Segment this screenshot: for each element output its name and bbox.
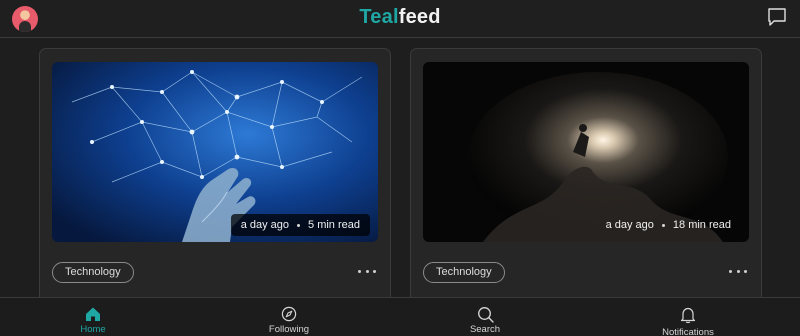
brand-part-teal: Teal [359,6,399,28]
more-options-icon[interactable] [358,264,376,278]
article-card[interactable]: a day ago 5 min read Technology [39,48,391,336]
article-meta: a day ago 18 min read [596,214,741,236]
cave-light-image[interactable]: a day ago 18 min read [423,62,749,242]
search-icon [478,307,494,323]
category-tag[interactable]: Technology [52,262,134,283]
bottom-navigation: Home Following Search Notifications [0,297,800,336]
nav-item-search[interactable]: Search [440,298,530,336]
chat-bubble-icon[interactable] [766,6,788,28]
app-logo[interactable]: Tealfeed [0,6,800,29]
separator-dot [661,223,665,227]
category-tag[interactable]: Technology [423,262,505,283]
home-icon [86,307,100,321]
time-ago: a day ago [605,219,654,231]
read-time: 18 min read [672,219,731,231]
nav-label-following: Following [268,324,310,335]
bell-icon [680,307,696,324]
read-time: 5 min read [308,219,360,231]
article-meta: a day ago 5 min read [230,214,370,236]
article-card[interactable]: a day ago 18 min read Technology [410,48,762,336]
time-ago: a day ago [240,219,290,231]
nav-label-search: Search [469,324,501,335]
nav-label-home: Home [80,324,106,335]
nav-item-following[interactable]: Following [244,298,334,336]
brand-part-feed: feed [398,6,441,28]
more-options-icon[interactable] [729,264,747,278]
separator-dot [297,223,301,227]
nav-label-notifications: Notifications [662,327,714,336]
robot-hand-network-image[interactable]: a day ago 5 min read [52,62,378,242]
compass-icon [281,306,297,322]
nav-item-notifications[interactable]: Notifications [643,298,733,336]
top-bar: Tealfeed [0,0,800,38]
nav-item-home[interactable]: Home [48,298,138,336]
